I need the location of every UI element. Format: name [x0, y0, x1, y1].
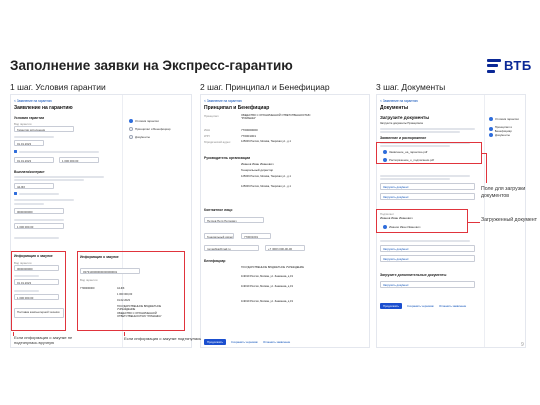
step2-save-draft-link[interactable]: Сохранить черновик	[231, 340, 258, 344]
step1-nav-conditions[interactable]: Условия гарантии	[129, 119, 159, 123]
contact-extra-input[interactable]: 770001001	[241, 233, 271, 239]
address-value: 125009 Россия, Москва, Тверская ул., д.1	[241, 140, 291, 143]
number-input[interactable]: 1 000 000,00	[14, 223, 64, 229]
contact-email-input[interactable]: romashka@mail.ru	[204, 245, 259, 251]
benef-address-2: 119019 Россия, Москва, ул. Знаменка, д.1…	[241, 285, 293, 288]
info-input[interactable]: 0000000000	[14, 208, 64, 214]
loaded-doc-callout: Загруженный документ	[481, 217, 538, 223]
step1-callout: Если информация о закупке не подтянулась…	[14, 335, 73, 345]
principal-value: ОБЩЕСТВО С ОГРАНИЧЕННОЙ ОТВЕТСТВЕННОСТЬЮ…	[241, 114, 311, 120]
law-select[interactable]: 44-ФЗ	[14, 183, 54, 189]
upload-field-3[interactable]: Загрузить документ	[380, 245, 475, 252]
step2-form-title: Принципал и Бенефициар	[204, 105, 270, 111]
sum-input-1[interactable]: 01.01.2023	[14, 157, 54, 163]
step-2-heading: 2 шаг. Принципал и Бенефициар	[200, 82, 330, 92]
contact-role-input[interactable]: Генеральный директор	[204, 233, 234, 239]
date-input[interactable]: 01.01.2023	[14, 140, 44, 146]
step2-breadcrumb[interactable]: < Заявление на гарантию	[204, 99, 242, 103]
slide-title: Заполнение заявки на Экспресс-гарантию	[10, 58, 293, 73]
benef-section: Бенефициар	[204, 259, 226, 263]
kpp-value: 770001001	[241, 134, 257, 138]
step-active-icon	[129, 119, 133, 123]
step-pending-icon	[129, 135, 133, 139]
inn-value: 7700000000	[241, 128, 258, 132]
step3-nav-documents[interactable]: Документы	[489, 133, 510, 137]
step1-form-title: Заявление на гарантию	[14, 105, 73, 111]
head-address: 125009 Россия, Москва, Тверская ул., д.1	[241, 175, 291, 178]
vtb-logo-text: ВТБ	[504, 58, 532, 73]
step3-subheading: Загрузите документы Принципала	[380, 122, 423, 125]
vtb-logo-icon	[487, 58, 501, 73]
benef-address: 119019 Россия, Москва, ул. Знаменка, д.1…	[241, 275, 293, 278]
step-done-icon	[489, 117, 493, 121]
step-1-heading: 1 шаг. Условия гарантии	[10, 82, 106, 92]
principal-label: Принципал	[204, 114, 219, 118]
benef-value: ГОСУДАРСТВЕННОЕ БЮДЖЕТНОЕ УЧРЕЖДЕНИЕ	[241, 266, 305, 269]
guarantee-type-select[interactable]: Гарантия исполнения	[14, 126, 74, 132]
step1-nav-documents[interactable]: Документы	[129, 135, 150, 139]
agreement-checkbox[interactable]	[14, 150, 18, 154]
loaded-doc-highlight	[376, 209, 468, 233]
step2-callout: Если информация о закупке подтянулась	[124, 336, 202, 341]
head-role: Генеральный директор	[241, 168, 274, 172]
step2-form: < Заявление на гарантию Принципал и Бене…	[201, 95, 369, 347]
upload-field-highlight	[376, 142, 482, 164]
step1-section-law: Выплата/контракт	[14, 170, 45, 174]
step3-continue-button[interactable]: Продолжить	[380, 303, 402, 309]
step-done-icon	[489, 127, 493, 131]
doc-section: Заявление и распоряжение	[380, 136, 427, 140]
step1-breadcrumb[interactable]: < Заявление на гарантию	[14, 99, 52, 103]
benef-address-3: 119019 Россия, Москва, ул. Знаменка, д.1…	[241, 300, 293, 303]
sum-input-2[interactable]: 1 000 000,00	[59, 157, 99, 163]
contact-section: Контактное лицо	[204, 208, 233, 212]
head-section: Руководитель организации	[204, 156, 251, 160]
contact-name-input[interactable]: Петров Петр Петрович	[204, 217, 264, 223]
extra-docs-section: Загрузите дополнительные документы	[380, 273, 447, 277]
step3-save-draft-link[interactable]: Сохранить черновик	[407, 304, 434, 308]
upload-field-4[interactable]: Загрузить документ	[380, 255, 475, 262]
address-label: Юридический адрес	[204, 140, 231, 144]
contact-phone-input[interactable]: +7 (900) 000-00-00	[265, 245, 305, 251]
step2-continue-button[interactable]: Продолжить	[204, 339, 226, 345]
step1-nav-principal[interactable]: Принципал и Бенефициар	[129, 127, 170, 131]
step3-breadcrumb[interactable]: < Заявление на гарантию	[380, 99, 418, 103]
step3-heading: Загрузите документы	[380, 115, 430, 120]
step-pending-icon	[129, 127, 133, 131]
step3-form-title: Документы	[380, 105, 409, 111]
step-3-heading: 3 шаг. Документы	[376, 82, 446, 92]
vtb-logo: ВТБ	[487, 58, 532, 73]
step3-nav-principal[interactable]: Принципал и Бенефициар	[489, 125, 525, 133]
upload-field-5[interactable]: Загрузить документ	[380, 281, 475, 288]
inn-label: ИНН	[204, 128, 211, 132]
head-address-2: 125009 Россия, Москва, Тверская ул., д.1	[241, 185, 291, 188]
upload-field-1[interactable]: Загрузить документ	[380, 183, 475, 190]
step2-screenshot: < Заявление на гарантию Принципал и Бене…	[200, 94, 370, 348]
step2-highlight-box	[77, 251, 185, 331]
upload-field-2[interactable]: Загрузить документ	[380, 193, 475, 200]
step3-cancel-link[interactable]: Отменить заявление	[439, 304, 466, 308]
kpp-label: КПП	[204, 134, 210, 138]
upload-field-callout: Поле для загрузки документов	[481, 186, 526, 199]
law-checkbox[interactable]	[14, 192, 18, 196]
step1-highlight-box	[11, 251, 66, 331]
step2-cancel-link[interactable]: Отменить заявление	[263, 340, 290, 344]
step3-nav-conditions[interactable]: Условия гарантии	[489, 117, 519, 121]
page-number: 9	[521, 342, 524, 348]
step-active-icon	[489, 133, 493, 137]
head-name: Иванов Иван Иванович	[241, 162, 274, 166]
step1-section-conditions: Условия гарантии	[14, 116, 45, 120]
